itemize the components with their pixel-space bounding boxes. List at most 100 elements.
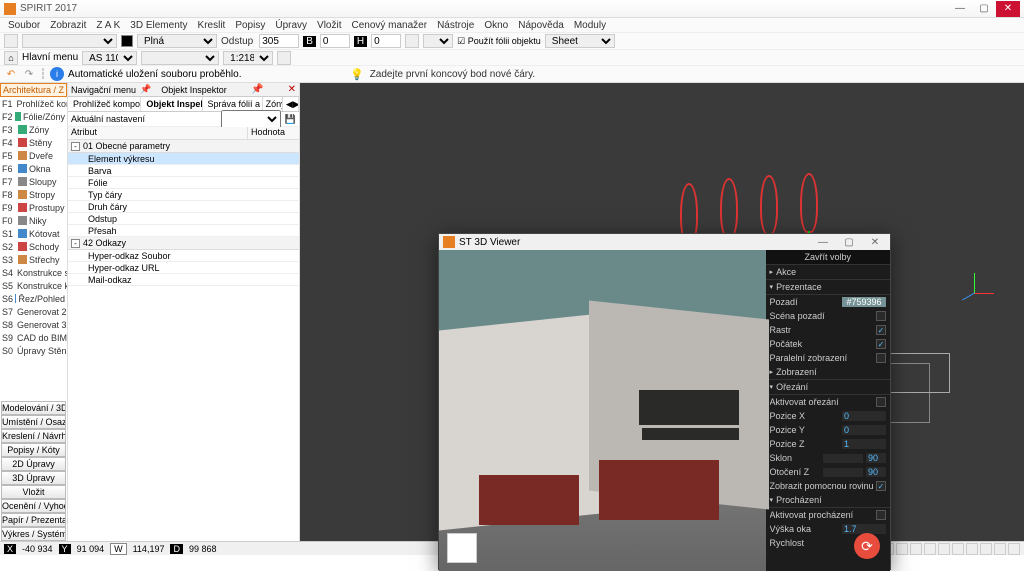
status-icon-9[interactable]	[896, 543, 908, 555]
left-button-2[interactable]: Kreslení / Návrh	[1, 429, 66, 443]
linetype-select[interactable]: Plná	[137, 34, 217, 48]
posy-value[interactable]: 0	[842, 425, 886, 435]
scena-checkbox[interactable]	[876, 311, 886, 321]
viewer-titlebar[interactable]: ST 3D Viewer — ▢ ✕	[439, 234, 890, 250]
menu-napoveda[interactable]: Nápověda	[514, 20, 568, 31]
fkey-item-11[interactable]: S2Schody	[0, 240, 67, 253]
fkey-item-1[interactable]: F2Fólie/Zóny	[0, 110, 67, 123]
fkey-item-7[interactable]: F8Stropy	[0, 188, 67, 201]
fkey-item-5[interactable]: F6Okna	[0, 162, 67, 175]
left-button-1[interactable]: Umístění / Osazení	[1, 415, 66, 429]
attr-row[interactable]: Odstup	[68, 213, 299, 225]
fkey-item-8[interactable]: F9Prostupy	[0, 201, 67, 214]
h-input[interactable]	[371, 34, 401, 48]
inspector-pin-icon[interactable]: 📌	[251, 84, 263, 95]
menu-upravy[interactable]: Úpravy	[271, 20, 311, 31]
group-general[interactable]: -01 Obecné parametry	[68, 140, 299, 153]
undo-icon[interactable]: ↶	[4, 67, 18, 81]
main-menu-label[interactable]: Hlavní menu	[22, 52, 78, 63]
left-button-4[interactable]: 2D Úpravy	[1, 457, 66, 471]
status-icon-16[interactable]	[994, 543, 1006, 555]
attr-row[interactable]: Typ čáry	[68, 189, 299, 201]
pozadi-value[interactable]: #759396	[842, 297, 886, 307]
posz-value[interactable]: 1	[842, 439, 886, 449]
otoceni-slider[interactable]	[823, 468, 863, 477]
panel-header[interactable]: Zavřít volby	[766, 250, 890, 265]
left-button-0[interactable]: Modelování / 3D El...	[1, 401, 66, 415]
posx-value[interactable]: 0	[842, 411, 886, 421]
dropdown-a[interactable]	[22, 34, 117, 48]
pocatek-checkbox[interactable]: ✓	[876, 339, 886, 349]
aktiv-orez-checkbox[interactable]	[876, 397, 886, 407]
menu-vlozit[interactable]: Vložit	[313, 20, 345, 31]
attr-row[interactable]: Barva	[68, 165, 299, 177]
rovina-checkbox[interactable]: ✓	[876, 481, 886, 491]
fkey-item-10[interactable]: S1Kótovat	[0, 227, 67, 240]
refresh-fab[interactable]: ⟳	[854, 533, 880, 559]
attr-row[interactable]: Hyper-odkaz URL	[68, 262, 299, 274]
maximize-button[interactable]: ▢	[972, 1, 996, 17]
status-icon-10[interactable]	[910, 543, 922, 555]
sheet-select[interactable]: Sheet	[545, 34, 615, 48]
viewport-3d[interactable]: ST 3D Viewer — ▢ ✕	[300, 83, 1024, 541]
menu-zobrazit[interactable]: Zobrazit	[46, 20, 90, 31]
fkey-item-3[interactable]: F4Stěny	[0, 136, 67, 149]
status-icon-12[interactable]	[938, 543, 950, 555]
status-icon-14[interactable]	[966, 543, 978, 555]
redo-icon[interactable]: ↷	[22, 67, 36, 81]
home-icon[interactable]: ⌂	[4, 51, 18, 65]
menu-kreslit[interactable]: Kreslit	[194, 20, 230, 31]
menu-moduly[interactable]: Moduly	[570, 20, 610, 31]
new-icon[interactable]	[4, 34, 18, 48]
attr-row[interactable]: Fólie	[68, 177, 299, 189]
left-button-5[interactable]: 3D Úpravy	[1, 471, 66, 485]
color-swatch[interactable]	[121, 35, 133, 47]
save-settings-icon[interactable]: 💾	[285, 114, 296, 125]
fkey-item-15[interactable]: S6Řez/Pohled	[0, 292, 67, 305]
tab-scroll[interactable]: ◀▶	[283, 97, 299, 111]
tab-inspector[interactable]: Objekt Inspektor	[141, 97, 202, 111]
sklon-slider[interactable]	[823, 454, 863, 463]
fkey-item-6[interactable]: F7Sloupy	[0, 175, 67, 188]
paralel-checkbox[interactable]	[876, 353, 886, 363]
odstup-input[interactable]	[259, 34, 299, 48]
status-icon-17[interactable]	[1008, 543, 1020, 555]
fkey-item-18[interactable]: S9CAD do BIM	[0, 331, 67, 344]
fkey-item-17[interactable]: S8Generovat 3D	[0, 318, 67, 331]
left-button-3[interactable]: Popisy / Kóty	[1, 443, 66, 457]
left-button-8[interactable]: Papír / Prezentace	[1, 513, 66, 527]
left-button-6[interactable]: Vložit	[1, 485, 66, 499]
fkey-item-14[interactable]: S5Konstrukce kr...	[0, 279, 67, 292]
menu-soubor[interactable]: Soubor	[4, 20, 44, 31]
left-button-7[interactable]: Ocenění / Vyhodno...	[1, 499, 66, 513]
fkey-item-16[interactable]: S7Generovat 2D	[0, 305, 67, 318]
section-prezentace[interactable]: ▾Prezentace	[766, 280, 890, 295]
section-akce[interactable]: ▸Akce	[766, 265, 890, 280]
info-icon[interactable]: i	[50, 67, 64, 81]
viewer-close[interactable]: ✕	[864, 237, 886, 248]
mode-select[interactable]	[141, 51, 219, 65]
viewer-minimize[interactable]: —	[812, 237, 834, 248]
menu-zak[interactable]: Z A K	[92, 20, 124, 31]
fkey-item-19[interactable]: S0Úpravy Stěn	[0, 344, 67, 357]
group-links[interactable]: -42 Odkazy	[68, 237, 299, 250]
fkey-item-0[interactable]: F1Prohlížeč kom...	[0, 97, 67, 110]
menu-okno[interactable]: Okno	[480, 20, 512, 31]
fkey-item-13[interactable]: S4Konstrukce stř...	[0, 266, 67, 279]
aktiv-proch-checkbox[interactable]	[876, 510, 886, 520]
scale-select-b[interactable]: 1:218,46	[223, 51, 273, 65]
attr-row[interactable]: Hyper-odkaz Soubor	[68, 250, 299, 262]
fkey-item-9[interactable]: F0Niky	[0, 214, 67, 227]
pin-icon[interactable]: 📌	[140, 84, 151, 95]
attr-row[interactable]: Druh čáry	[68, 201, 299, 213]
b-input[interactable]	[320, 34, 350, 48]
fkey-item-4[interactable]: F5Dveře	[0, 149, 67, 162]
tab-components[interactable]: Prohlížeč komponentů	[68, 97, 141, 111]
fkey-item-12[interactable]: S3Střechy	[0, 253, 67, 266]
fkey-item-2[interactable]: F3Zóny	[0, 123, 67, 136]
status-icon-13[interactable]	[952, 543, 964, 555]
menu-nastroje[interactable]: Nástroje	[433, 20, 478, 31]
minimize-button[interactable]: —	[948, 1, 972, 17]
section-orezani[interactable]: ▾Ořezání	[766, 380, 890, 395]
settings-select[interactable]	[221, 110, 281, 129]
